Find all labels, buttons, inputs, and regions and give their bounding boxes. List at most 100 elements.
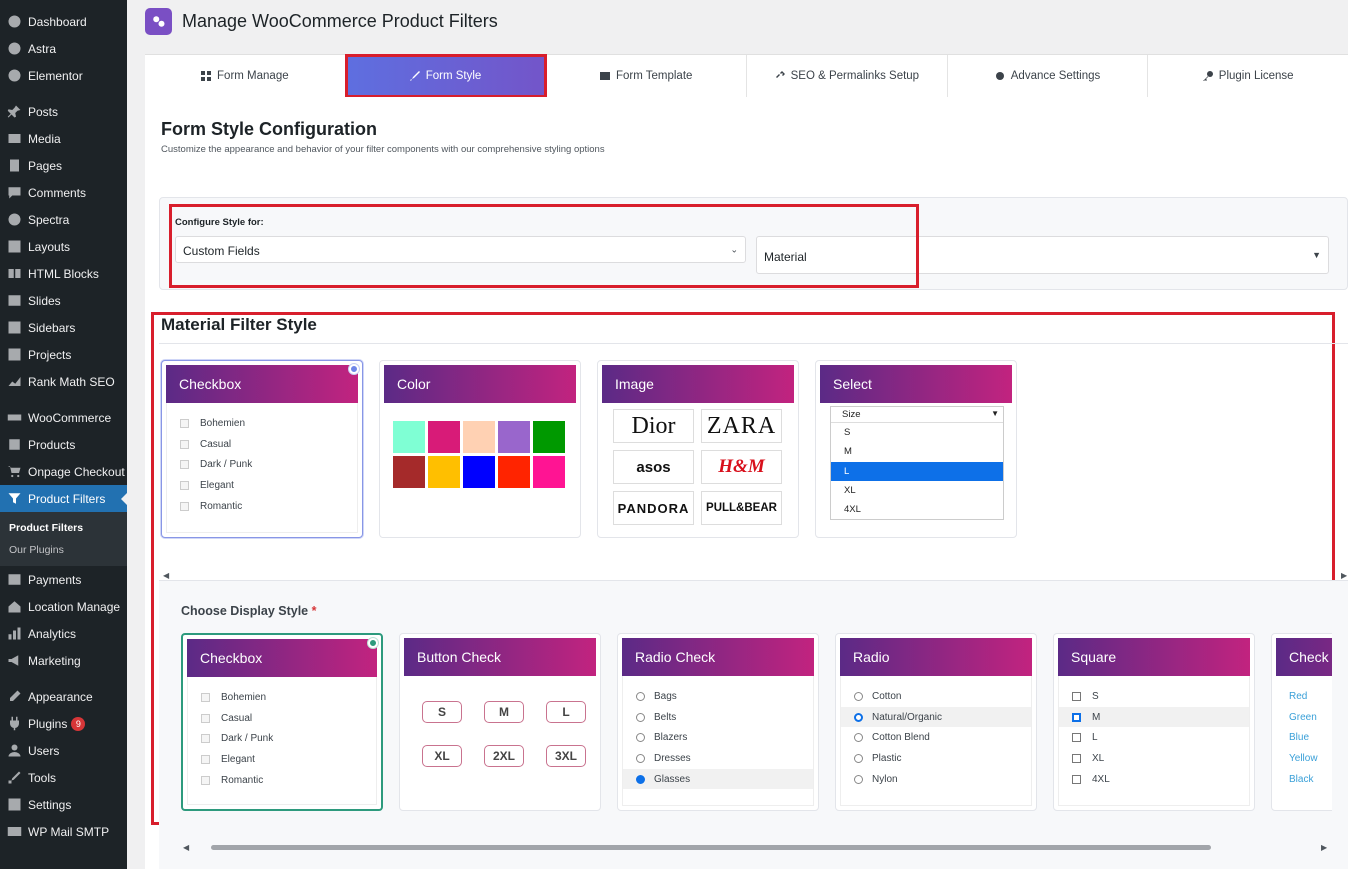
submenu-our-plugins[interactable]: Our Plugins [0,540,127,562]
list-item: Red [1289,690,1308,702]
products-icon [5,436,23,454]
form-style-panel: Form Style Configuration Customize the a… [145,97,1348,869]
display-card-checkbox[interactable]: Checkbox Bohemien Casual Dark / Punk Ele… [181,633,383,811]
sidebar-item-layouts[interactable]: Layouts [0,233,127,260]
horizontal-scrollbar[interactable] [211,845,1211,850]
checkbox-icon [201,713,210,723]
filter-style-card-color[interactable]: Color [379,360,581,538]
appearance-icon [5,688,23,706]
dashboard-icon [5,13,23,31]
sidebar-item-analytics[interactable]: Analytics [0,620,127,647]
checkbox-icon [201,692,210,702]
admin-sidebar: Dashboard Astra Elementor Posts Media Pa… [0,0,127,869]
scroll-right-icon[interactable]: ▶ [1341,571,1347,580]
elementor-icon [5,67,23,85]
select-option: M [844,446,852,458]
spectra-icon [5,211,23,229]
checkbox-icon [180,480,189,490]
card-title: Image [602,365,794,403]
list-item: Plastic [841,748,1031,769]
brand-logo-asos: asos [613,450,694,484]
card-preview: Red Green Blue Yellow Black [1276,676,1332,806]
brush-icon [409,71,420,81]
sidebar-item-elementor[interactable]: Elementor [0,62,127,89]
sidebar-item-comments[interactable]: Comments [0,179,127,206]
tab-form-template[interactable]: Form Template [546,55,748,97]
tab-advance-settings[interactable]: Advance Settings [948,55,1149,97]
cart-icon [5,463,23,481]
sidebar-item-html-blocks[interactable]: HTML Blocks [0,260,127,287]
sidebar-item-posts[interactable]: Posts [0,98,127,125]
list-item: Blue [1289,732,1310,744]
sidebar-item-users[interactable]: Users [0,737,127,764]
sidebar-item-slides[interactable]: Slides [0,287,127,314]
card-title: Radio Check [622,638,814,676]
filter-style-card-select[interactable]: Select Size ▼ S M L XL 4XL [815,360,1017,538]
display-card-radio[interactable]: Radio Cotton Natural/Organic Cotton Blen… [835,633,1037,811]
tab-seo-permalinks[interactable]: SEO & Permalinks Setup [747,55,948,97]
color-swatch [393,456,425,488]
display-card-button-check[interactable]: Button Check S M L XL 2XL 3XL [399,633,601,811]
pin-icon [5,103,23,121]
filter-style-card-checkbox[interactable]: Checkbox Bohemien Casual Dark / Punk Ele… [161,360,363,538]
scroll-right-icon[interactable]: ▶ [1321,843,1327,852]
users-icon [5,742,23,760]
list-item: Green [1289,711,1317,723]
layouts-icon [5,238,23,256]
sidebar-item-marketing[interactable]: Marketing [0,647,127,674]
sidebar-item-rank-math[interactable]: Rank Math SEO [0,368,127,395]
sidebar-item-location-manage[interactable]: Location Manage [0,593,127,620]
sidebar-item-spectra[interactable]: Spectra [0,206,127,233]
sidebar-item-dashboard[interactable]: Dashboard [0,8,127,35]
sidebar-item-plugins[interactable]: Plugins 9 [0,710,127,737]
sidebar-item-product-filters[interactable]: Product Filters [0,485,127,512]
sidebar-item-onpage-checkout[interactable]: Onpage Checkout [0,458,127,485]
pages-icon [5,157,23,175]
sidebar-item-appearance[interactable]: Appearance [0,683,127,710]
comments-icon [5,184,23,202]
display-style-label: Choose Display Style * [181,604,317,618]
button-check-grid: S M L XL 2XL 3XL [422,701,586,767]
brand-logo-hm: H&M [701,450,782,484]
size-button: L [546,701,586,723]
sidebar-item-pages[interactable]: Pages [0,152,127,179]
select-option-selected: L [831,461,1003,481]
product-filters-submenu: Product Filters Our Plugins [0,512,127,566]
size-button: M [484,701,524,723]
scroll-left-icon[interactable]: ◀ [163,571,169,580]
scroll-left-icon[interactable]: ◀ [183,843,189,852]
list-item: S [1059,686,1249,707]
select-head: Size ▼ [831,407,1003,423]
sidebar-item-wp-mail-smtp[interactable]: WP Mail SMTP [0,818,127,845]
sidebar-item-astra[interactable]: Astra [0,35,127,62]
sidebar-item-media[interactable]: Media [0,125,127,152]
sidebar-item-products[interactable]: Products [0,431,127,458]
tab-form-manage[interactable]: Form Manage [145,55,346,97]
sidebar-item-payments[interactable]: Payments [0,566,127,593]
sidebar-item-woocommerce[interactable]: WooCommerce [0,404,127,431]
sidebar-item-sidebars[interactable]: Sidebars [0,314,127,341]
color-swatch [463,456,495,488]
list-item: Cotton [841,686,1031,707]
list-item: Romantic [167,496,357,517]
card-preview: Bohemien Casual Dark / Punk Elegant Roma… [187,677,377,805]
filter-style-card-image[interactable]: Image Dior ZARA asos H&M PANDORA PULL&BE… [597,360,799,538]
sidebar-item-projects[interactable]: Projects [0,341,127,368]
size-button: 3XL [546,745,586,767]
tab-form-style[interactable]: Form Style [344,54,548,98]
tab-plugin-license[interactable]: Plugin License [1148,55,1348,97]
submenu-product-filters[interactable]: Product Filters [0,518,127,540]
display-card-radio-check[interactable]: Radio Check Bags Belts Blazers Dresses G… [617,633,819,811]
sidebar-item-tools[interactable]: Tools [0,764,127,791]
grid-icon [201,71,212,81]
sidebar-item-settings[interactable]: Settings [0,791,127,818]
link-icon [775,71,785,78]
selected-indicator-icon [349,364,359,374]
list-item: Bags [623,686,813,707]
card-title: Select [820,365,1012,403]
config-description: Customize the appearance and behavior of… [161,144,605,155]
display-card-square[interactable]: Square S M L XL 4XL [1053,633,1255,811]
payments-icon [5,571,23,589]
display-card-check-links[interactable]: Check Red Green Blue Yellow Black [1271,633,1332,811]
caret-down-icon: ▼ [1312,250,1321,260]
